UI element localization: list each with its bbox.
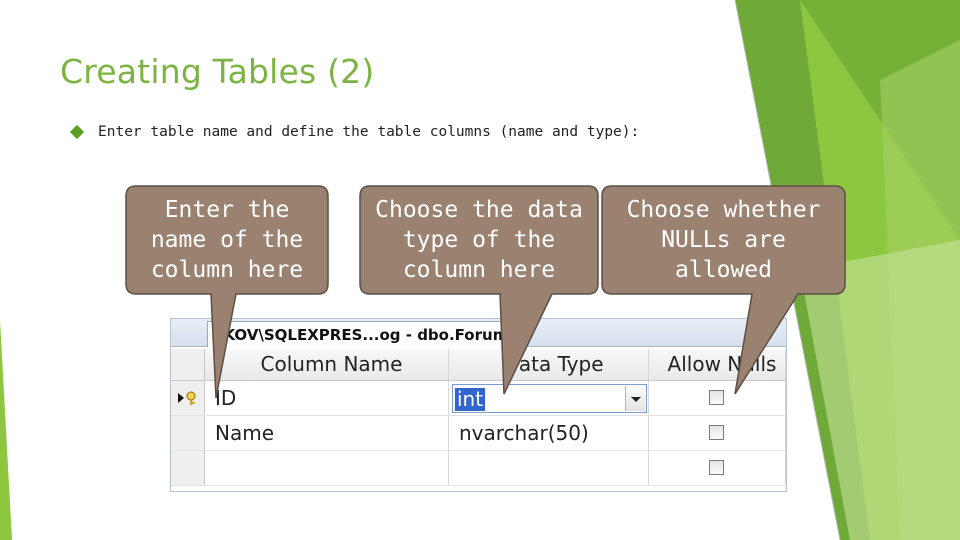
callout-name: Enter the name of the column here: [126, 195, 328, 285]
callout-name-line-3: column here: [150, 257, 304, 283]
callout-name-line-1: Enter the: [164, 197, 290, 223]
callout-type-line-3: column here: [402, 257, 556, 283]
callout-name-line-2: name of the: [150, 227, 304, 253]
callout-nulls-line-3: allowed: [675, 257, 772, 283]
callout-type: Choose the data type of the column here: [360, 195, 598, 285]
callout-type-line-1: Choose the data: [375, 197, 583, 223]
callout-nulls-line-1: Choose whether: [626, 197, 821, 223]
callout-nulls: Choose whether NULLs are allowed: [602, 195, 845, 285]
callout-nulls-line-2: NULLs are: [661, 227, 786, 253]
callout-type-line-2: type of the: [402, 227, 556, 253]
